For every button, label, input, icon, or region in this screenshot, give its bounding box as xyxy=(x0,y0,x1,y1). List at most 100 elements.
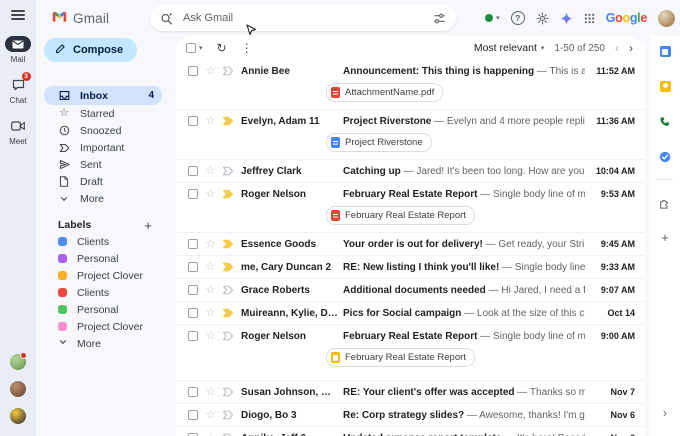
row-checkbox[interactable] xyxy=(188,66,198,76)
sort-dropdown[interactable]: Most relevant ▾ xyxy=(474,42,545,54)
more-options-icon[interactable]: ⋮ xyxy=(241,42,253,54)
sidebar-item-starred[interactable]: ☆Starred xyxy=(44,105,162,122)
star-icon[interactable]: ☆ xyxy=(204,387,217,398)
star-icon[interactable]: ☆ xyxy=(204,116,217,127)
collapse-panel-icon[interactable]: › xyxy=(663,406,667,436)
email-row[interactable]: ☆ Jeffrey Clark Catching up — Jared! It'… xyxy=(176,159,645,182)
importance-marker-icon[interactable] xyxy=(221,66,235,76)
search-tune-icon[interactable] xyxy=(433,12,446,25)
label-item-personal[interactable]: Personal xyxy=(44,250,176,267)
rail-item-chat[interactable]: 3Chat xyxy=(5,77,31,105)
importance-marker-icon[interactable] xyxy=(221,262,235,272)
select-all-checkbox[interactable] xyxy=(186,43,196,53)
older-page-icon[interactable]: › xyxy=(629,42,633,54)
importance-marker-icon[interactable] xyxy=(221,387,235,397)
importance-marker-icon[interactable] xyxy=(221,116,235,126)
email-row[interactable]: ☆ Grace Roberts Additional documents nee… xyxy=(176,278,645,301)
email-row[interactable]: ☆ Roger Nelson February Real Estate Repo… xyxy=(176,182,645,232)
label-item-personal[interactable]: Personal xyxy=(44,301,176,318)
status-indicator[interactable]: ▾ xyxy=(485,14,500,22)
sidebar-item-snoozed[interactable]: Snoozed xyxy=(44,122,162,139)
label-item-clients[interactable]: Clients xyxy=(44,233,176,250)
row-checkbox[interactable] xyxy=(188,189,198,199)
email-row[interactable]: ☆ Susan Johnson, me 2 RE: Your client's … xyxy=(176,380,645,403)
apps-grid-icon[interactable] xyxy=(584,13,595,24)
sidebar-item-more[interactable]: More xyxy=(44,190,162,207)
email-row[interactable]: ☆ Evelyn, Adam 11 Project Riverstone — E… xyxy=(176,109,645,159)
row-checkbox[interactable] xyxy=(188,239,198,249)
email-sender: Diogo, Bo 3 xyxy=(241,410,338,421)
email-row[interactable]: ☆ Essence Goods Your order is out for de… xyxy=(176,232,645,255)
keep-icon[interactable] xyxy=(657,80,673,93)
add-label-icon[interactable]: + xyxy=(144,219,152,232)
label-item-clients[interactable]: Clients xyxy=(44,284,176,301)
tasks-icon[interactable] xyxy=(657,150,673,163)
sidebar-item-draft[interactable]: Draft xyxy=(44,173,162,190)
google-logo[interactable]: Google xyxy=(606,11,647,25)
chat-avatar-yellow[interactable] xyxy=(10,408,26,424)
help-icon[interactable]: ? xyxy=(511,11,525,25)
email-row[interactable]: ☆ me, Cary Duncan 2 RE: New listing I th… xyxy=(176,255,645,278)
chevron-down-icon[interactable]: ▾ xyxy=(199,44,203,52)
email-row[interactable]: ☆ Diogo, Bo 3 Re: Corp strategy slides? … xyxy=(176,403,645,426)
star-icon[interactable]: ☆ xyxy=(204,189,217,200)
row-checkbox[interactable] xyxy=(188,166,198,176)
email-row[interactable]: ☆ Muireann, Kylie, David 5 Pics for Soci… xyxy=(176,301,645,324)
refresh-icon[interactable]: ↻ xyxy=(217,42,227,54)
attachment-chip[interactable]: AttachmentName.pdf xyxy=(326,83,443,102)
gemini-icon[interactable] xyxy=(560,12,573,25)
compose-button[interactable]: Compose xyxy=(44,38,137,62)
importance-marker-icon[interactable] xyxy=(221,410,235,420)
email-row[interactable]: ☆ Annie Bee Announcement: This thing is … xyxy=(176,60,645,109)
row-checkbox[interactable] xyxy=(188,410,198,420)
row-checkbox[interactable] xyxy=(188,116,198,126)
addons-icon[interactable] xyxy=(657,196,673,209)
row-checkbox[interactable] xyxy=(188,331,198,341)
label-item-project-clover[interactable]: Project Clover xyxy=(44,267,176,284)
email-row[interactable]: ☆ Annika, Jeff 6 Updated expense report … xyxy=(176,426,645,436)
email-snippet: — Awesome, thanks! I'm going to use slid… xyxy=(467,410,585,421)
newer-page-icon[interactable]: ‹ xyxy=(615,42,619,54)
star-icon[interactable]: ☆ xyxy=(204,66,217,77)
sidebar-item-label: More xyxy=(80,193,104,205)
star-icon[interactable]: ☆ xyxy=(204,166,217,177)
label-item-project-clover[interactable]: Project Clover xyxy=(44,318,176,335)
importance-marker-icon[interactable] xyxy=(221,239,235,249)
search-input[interactable] xyxy=(181,11,425,25)
settings-gear-icon[interactable] xyxy=(536,12,549,25)
attachment-chip[interactable]: February Real Estate Report xyxy=(326,348,475,367)
star-icon[interactable]: ☆ xyxy=(204,410,217,421)
row-checkbox[interactable] xyxy=(188,308,198,318)
sidebar-item-sent[interactable]: Sent xyxy=(44,156,162,173)
attachment-chip[interactable]: February Real Estate Report xyxy=(326,206,475,225)
calendar-icon[interactable] xyxy=(657,45,673,58)
chat-avatar-brown[interactable] xyxy=(10,381,26,397)
labels-more[interactable]: More xyxy=(44,335,176,352)
star-icon[interactable]: ☆ xyxy=(204,433,217,436)
rail-item-mail[interactable]: Mail xyxy=(5,36,31,64)
attachment-chip[interactable]: Project Riverstone xyxy=(326,133,432,152)
importance-marker-icon[interactable] xyxy=(221,166,235,176)
email-row[interactable]: ☆ Roger Nelson February Real Estate Repo… xyxy=(176,324,645,374)
chat-avatar-green[interactable] xyxy=(10,354,26,370)
importance-marker-icon[interactable] xyxy=(221,285,235,295)
sidebar-item-inbox[interactable]: Inbox4 xyxy=(44,86,162,105)
star-icon[interactable]: ☆ xyxy=(204,285,217,296)
sidebar-item-important[interactable]: Important xyxy=(44,139,162,156)
rail-item-meet[interactable]: Meet xyxy=(5,118,31,146)
account-avatar[interactable] xyxy=(658,10,675,27)
search-bar[interactable] xyxy=(150,5,456,31)
row-checkbox[interactable] xyxy=(188,387,198,397)
star-icon[interactable]: ☆ xyxy=(204,308,217,319)
add-icon[interactable]: + xyxy=(657,231,673,244)
importance-marker-icon[interactable] xyxy=(221,189,235,199)
star-icon[interactable]: ☆ xyxy=(204,331,217,342)
voice-icon[interactable] xyxy=(657,115,673,128)
row-checkbox[interactable] xyxy=(188,285,198,295)
importance-marker-icon[interactable] xyxy=(221,331,235,341)
row-checkbox[interactable] xyxy=(188,262,198,272)
importance-marker-icon[interactable] xyxy=(221,308,235,318)
star-icon[interactable]: ☆ xyxy=(204,239,217,250)
menu-icon[interactable] xyxy=(11,10,25,20)
star-icon[interactable]: ☆ xyxy=(204,262,217,273)
